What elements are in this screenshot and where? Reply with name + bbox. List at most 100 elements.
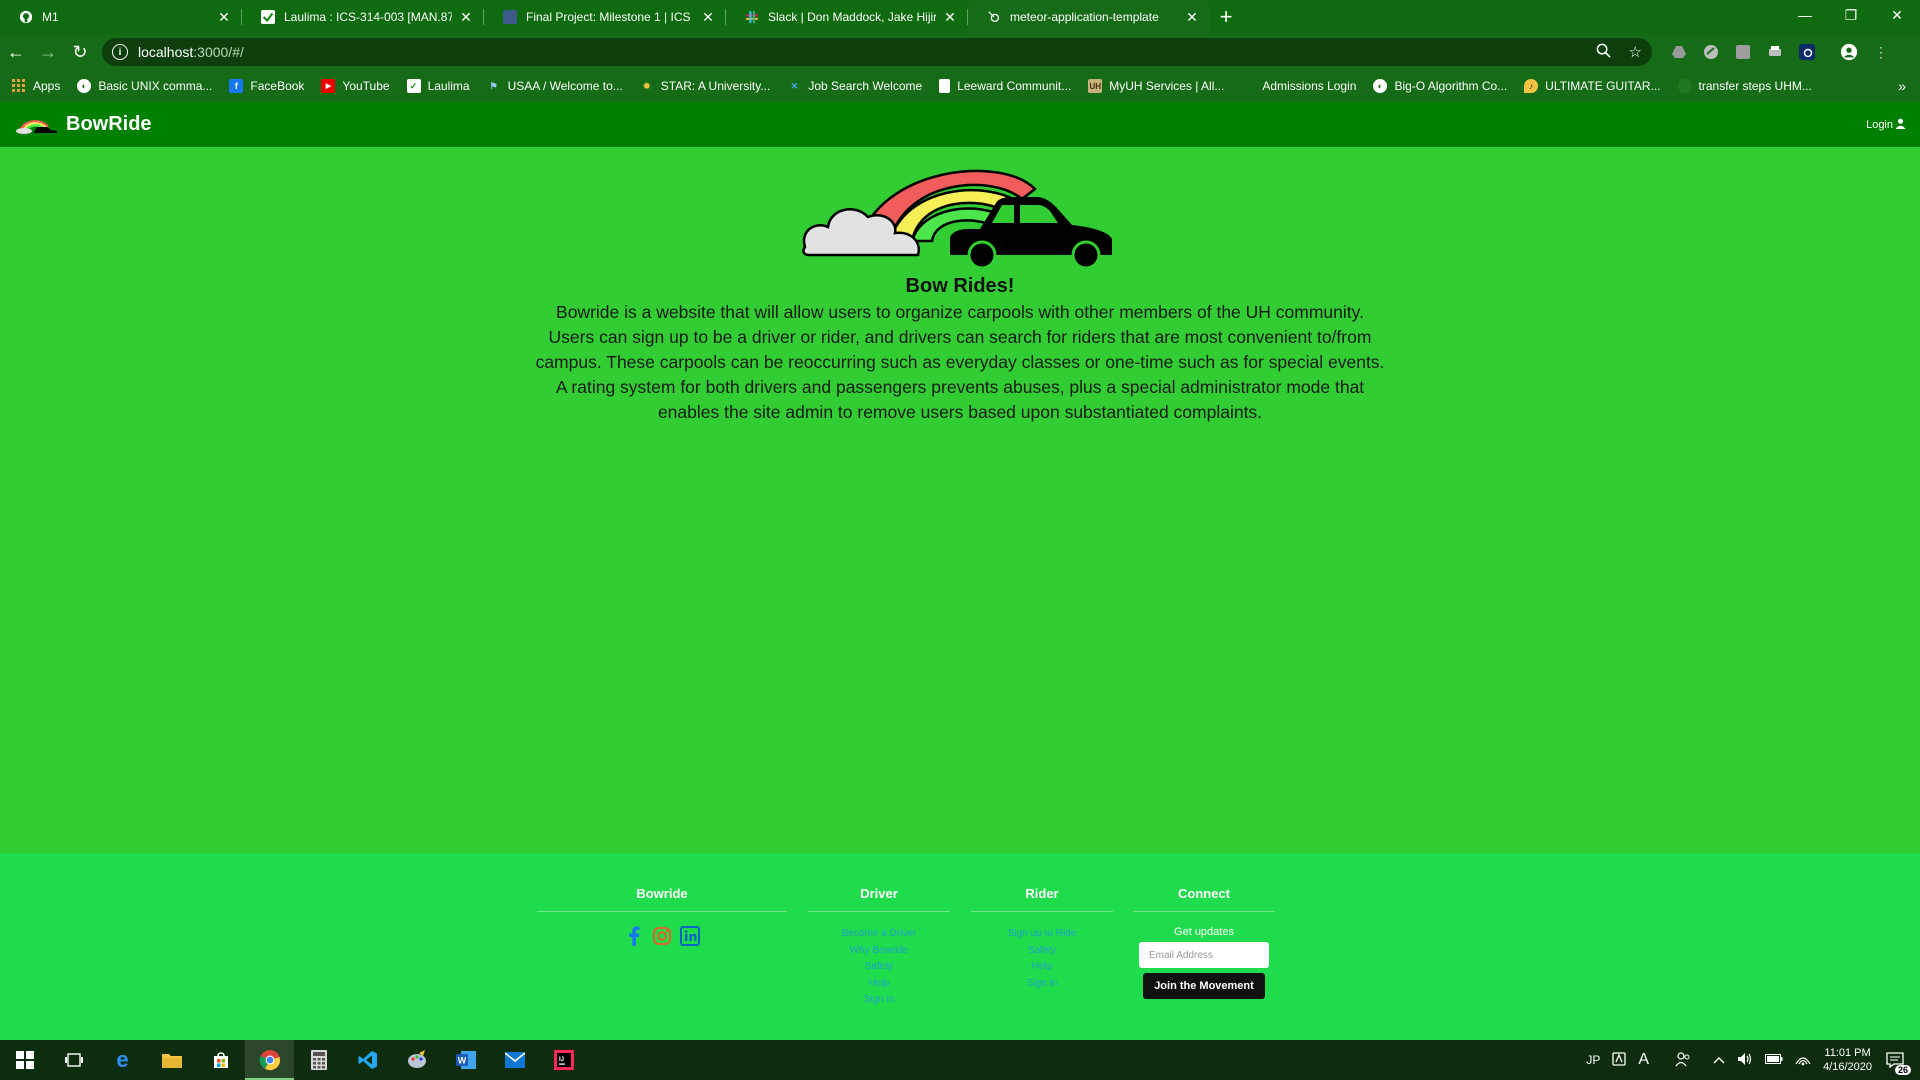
footer-link-help[interactable]: Help	[971, 959, 1113, 976]
browser-tab[interactable]: M1 ✕	[0, 0, 242, 34]
footer-link-sign-up-ride[interactable]: Sign up to Ride	[971, 926, 1113, 943]
join-the-movement-button[interactable]: Join the Movement	[1143, 973, 1265, 999]
bookmark-item[interactable]: Apps	[12, 79, 60, 93]
facebook-icon[interactable]	[624, 926, 644, 946]
file-explorer-icon[interactable]	[147, 1040, 196, 1080]
ime-language-label[interactable]: JP	[1586, 1053, 1600, 1067]
extension-printer-icon[interactable]	[1766, 43, 1784, 61]
footer-link-help[interactable]: Help	[808, 976, 950, 993]
brand-name[interactable]: BowRide	[66, 113, 152, 136]
browser-tab[interactable]: Final Project: Milestone 1 | ICS 31 ✕	[484, 0, 726, 34]
battery-icon[interactable]	[1765, 1053, 1783, 1067]
forward-arrow-icon[interactable]: →	[32, 36, 64, 68]
new-tab-button[interactable]: +	[1210, 0, 1242, 34]
volume-icon[interactable]	[1737, 1052, 1753, 1069]
footer-link-safety[interactable]: Safety	[971, 943, 1113, 960]
restore-icon[interactable]: ❐	[1828, 0, 1874, 30]
email-address-input[interactable]	[1139, 942, 1269, 968]
ime-mode-icon[interactable]	[1612, 1051, 1627, 1069]
info-icon[interactable]: i	[112, 44, 128, 60]
svg-text:W: W	[457, 1056, 466, 1066]
hero-title: Bow Rides!	[905, 275, 1015, 297]
calculator-icon[interactable]	[294, 1040, 343, 1080]
browser-menu-icon[interactable]: ⋮	[1872, 43, 1890, 61]
system-clock[interactable]: 11:01 PM 4/16/2020	[1823, 1046, 1872, 1074]
bookmark-item[interactable]: ✓ Laulima	[406, 79, 470, 93]
document-icon	[939, 79, 951, 93]
footer-column-rider: Rider Sign up to Ride Safety Help Sign i…	[971, 886, 1113, 992]
tab-title: Final Project: Milestone 1 | ICS 31	[526, 10, 694, 24]
footer-link-become-driver[interactable]: Become a Driver	[808, 926, 950, 943]
close-icon[interactable]: ✕	[700, 9, 716, 26]
address-bar[interactable]: i localhost:3000/#/ ☆	[102, 38, 1652, 66]
star-icon: ✸	[642, 80, 651, 91]
hero-section: Bow Rides! Bowride is a website that wil…	[0, 147, 1920, 853]
zoom-icon[interactable]	[1596, 43, 1611, 62]
extension-meteor-icon[interactable]	[1798, 43, 1816, 61]
footer-link-why-bowride[interactable]: Why Bowride	[808, 943, 950, 960]
footer-link-sign-in[interactable]: Sign in	[808, 992, 950, 1009]
bookmark-item[interactable]: ✸ STAR: A University...	[640, 79, 770, 93]
footer-link-sign-in[interactable]: Sign in	[971, 976, 1113, 993]
browser-tab-active[interactable]: meteor-application-template ✕	[968, 0, 1210, 34]
linkedin-icon[interactable]	[680, 926, 700, 946]
bookmark-item[interactable]: ⚑ USAA / Welcome to...	[487, 79, 623, 93]
drive-extension-icon[interactable]	[1670, 43, 1688, 61]
blank-icon	[1677, 79, 1692, 93]
browser-tab[interactable]: Slack | Don Maddock, Jake Hijirid ✕	[726, 0, 968, 34]
intellij-icon[interactable]: IJ	[539, 1040, 588, 1080]
action-center-icon[interactable]: 26	[1884, 1049, 1911, 1075]
bookmark-item[interactable]: ♪ ULTIMATE GUITAR...	[1524, 79, 1661, 93]
ime-mode-label[interactable]: A	[1638, 1051, 1649, 1069]
back-arrow-icon[interactable]: ←	[0, 36, 32, 68]
bookmarks-bar: Apps ◐ Basic UNIX comma... f FaceBook ▶ …	[0, 70, 1920, 102]
paint-icon[interactable]	[392, 1040, 441, 1080]
bowride-logo-icon[interactable]	[14, 115, 58, 135]
close-window-icon[interactable]: ✕	[1874, 0, 1920, 30]
close-icon[interactable]: ✕	[942, 9, 958, 26]
bookmark-item[interactable]: Leeward Communit...	[939, 79, 1071, 93]
extension-square-icon[interactable]	[1734, 43, 1752, 61]
close-icon[interactable]: ✕	[458, 9, 474, 26]
footer-column-bowride: Bowride	[537, 886, 787, 946]
bookmark-item[interactable]: f FaceBook	[229, 79, 304, 93]
bookmark-item[interactable]: transfer steps UHM...	[1677, 79, 1812, 93]
login-button[interactable]: Login	[1866, 118, 1906, 132]
close-icon[interactable]: ✕	[1184, 9, 1200, 26]
chevron-up-icon[interactable]	[1713, 1053, 1725, 1067]
store-icon[interactable]	[196, 1040, 245, 1080]
notification-count-badge: 26	[1894, 1065, 1911, 1075]
extension-circle-icon[interactable]	[1702, 43, 1720, 61]
bookmark-item[interactable]: ▶ YouTube	[321, 79, 390, 93]
bookmark-item[interactable]: ✕ Job Search Welcome	[787, 79, 923, 93]
footer-link-safety[interactable]: Safety	[808, 959, 950, 976]
minimize-icon[interactable]: —	[1782, 0, 1828, 30]
bookmark-item[interactable]: ◐ Basic UNIX comma...	[77, 79, 212, 93]
bookmark-star-icon[interactable]: ☆	[1629, 43, 1642, 62]
profile-avatar-icon[interactable]	[1840, 43, 1858, 61]
browser-tab[interactable]: Laulima : ICS-314-003 [MAN.871 ✕	[242, 0, 484, 34]
reload-icon[interactable]: ↻	[64, 36, 96, 68]
footer-heading: Rider	[971, 886, 1113, 912]
bookmark-item[interactable]: Admissions Login	[1241, 79, 1356, 93]
windows-start-icon[interactable]	[0, 1040, 49, 1080]
wifi-icon[interactable]	[1795, 1052, 1811, 1069]
bookmark-label: Basic UNIX comma...	[98, 79, 213, 93]
chrome-icon[interactable]	[245, 1040, 294, 1080]
word-icon[interactable]: W	[441, 1040, 490, 1080]
tab-title: M1	[42, 10, 59, 24]
bookmark-label: Big-O Algorithm Co...	[1394, 79, 1508, 93]
bookmarks-overflow-icon[interactable]: »	[1898, 78, 1906, 94]
edge-browser-icon[interactable]: e	[98, 1040, 147, 1080]
people-icon[interactable]	[1675, 1051, 1691, 1070]
instagram-icon[interactable]	[652, 926, 672, 946]
bookmark-item[interactable]: ◐ Big-O Algorithm Co...	[1373, 79, 1507, 93]
close-icon[interactable]: ✕	[216, 9, 232, 26]
task-view-icon[interactable]	[49, 1040, 98, 1080]
url-host: localhost	[138, 44, 194, 60]
mail-icon[interactable]	[490, 1040, 539, 1080]
bookmark-item[interactable]: UH MyUH Services | All...	[1088, 79, 1224, 93]
vscode-icon[interactable]	[343, 1040, 392, 1080]
tab-title: Slack | Don Maddock, Jake Hijirid	[768, 10, 936, 24]
github-icon	[18, 9, 34, 25]
